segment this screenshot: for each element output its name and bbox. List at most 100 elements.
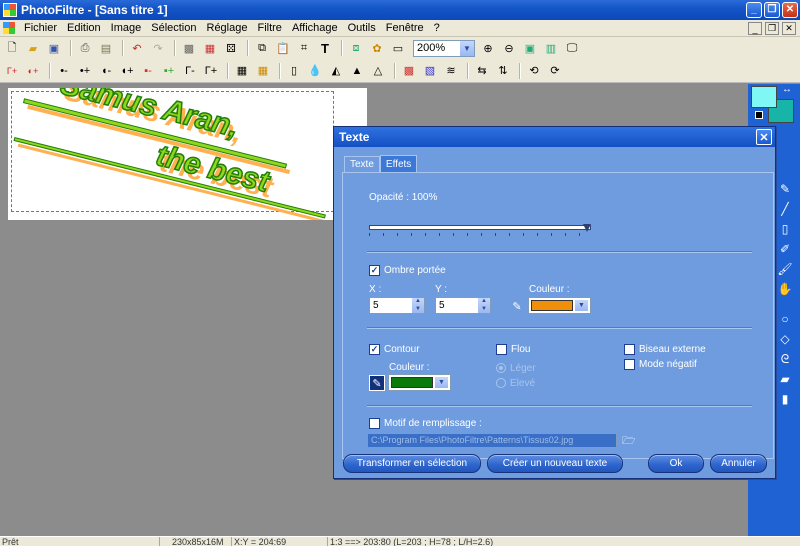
fill-tool-icon[interactable]: ▯ <box>776 220 794 238</box>
tab-texte[interactable]: Texte <box>344 156 380 172</box>
menu-image[interactable]: Image <box>106 22 147 34</box>
text-icon[interactable]: T <box>316 39 334 57</box>
grid-alt-icon[interactable]: ▦ <box>254 62 272 80</box>
document-icon[interactable] <box>3 22 15 34</box>
layers-icon[interactable]: ⧈ <box>347 39 365 57</box>
auto-levels-icon[interactable]: Γ+ <box>3 62 21 80</box>
zoom-select[interactable]: 200% ▼ <box>413 39 475 57</box>
rotate-left-icon[interactable]: ⟲ <box>525 62 543 80</box>
shadow-y-stepper[interactable]: 5 ▲ ▼ <box>435 297 491 314</box>
eyedropper-tool-icon[interactable]: ✎ <box>776 180 794 198</box>
saturation-plus-icon[interactable]: ▪+ <box>160 62 178 80</box>
brightness-plus-icon[interactable]: •+ <box>76 62 94 80</box>
saturation-minus-icon[interactable]: ▪- <box>139 62 157 80</box>
spray-tool-icon[interactable]: ✐ <box>776 240 794 258</box>
chevron-down-icon[interactable]: ▼ <box>435 377 448 388</box>
opacity-slider-thumb[interactable] <box>583 224 591 232</box>
rotate-right-icon[interactable]: ⟳ <box>546 62 564 80</box>
transform-selection-button[interactable]: Transformer en sélection <box>343 454 481 473</box>
biseau-checkbox[interactable] <box>624 344 635 355</box>
motif-checkbox[interactable] <box>369 418 380 429</box>
doc-close-button[interactable]: ✕ <box>782 22 796 35</box>
drop-icon[interactable]: 💧 <box>306 62 324 80</box>
actual-size-icon[interactable]: ▥ <box>542 39 560 57</box>
close-button[interactable]: ✕ <box>782 2 798 18</box>
shadow-x-stepper[interactable]: 5 ▲ ▼ <box>369 297 425 314</box>
grid-icon[interactable]: ▦ <box>233 62 251 80</box>
gradient-icon[interactable]: ▩ <box>400 62 418 80</box>
menu-affichage[interactable]: Affichage <box>287 22 343 34</box>
menu-outils[interactable]: Outils <box>343 22 381 34</box>
restore-button[interactable]: ❐ <box>764 2 780 18</box>
contour-color-select[interactable]: ▼ <box>388 374 451 391</box>
dice-icon[interactable]: ⚄ <box>222 39 240 57</box>
tab-effets[interactable]: Effets <box>379 155 418 172</box>
shadow-eyedropper-icon[interactable]: ✎ <box>509 298 525 314</box>
menu-edition[interactable]: Edition <box>62 22 106 34</box>
crop-icon[interactable]: ⌗ <box>295 39 313 57</box>
sharpen-more-icon[interactable]: ▲ <box>348 62 366 80</box>
menu-fenetre[interactable]: Fenêtre <box>381 22 429 34</box>
triangle-icon[interactable]: △ <box>369 62 387 80</box>
brush-tool-icon[interactable]: 🖌 <box>776 260 794 278</box>
flip-horizontal-icon[interactable]: ⇆ <box>473 62 491 80</box>
undo-icon[interactable]: ↶ <box>128 39 146 57</box>
blur-icon[interactable]: ▯ <box>285 62 303 80</box>
auto-contrast-icon[interactable]: ◐+ <box>24 62 42 80</box>
flou-strong-radio[interactable] <box>496 378 506 388</box>
scan-icon[interactable]: ▤ <box>97 39 115 57</box>
dialog-close-icon[interactable]: ✕ <box>756 129 772 145</box>
folder-open-icon[interactable]: 🗁 <box>622 432 636 451</box>
copy-icon[interactable]: ⧉ <box>253 39 271 57</box>
cancel-button[interactable]: Annuler <box>710 454 767 473</box>
reset-colors-icon[interactable] <box>755 111 763 119</box>
menu-reglage[interactable]: Réglage <box>202 22 253 34</box>
gamma-minus-icon[interactable]: Γ- <box>181 62 199 80</box>
chevron-down-icon[interactable]: ▼ <box>575 300 588 311</box>
brightness-minus-icon[interactable]: •- <box>55 62 73 80</box>
print-icon[interactable]: ⎙ <box>76 39 94 57</box>
menu-filtre[interactable]: Filtre <box>252 22 286 34</box>
motif-path-field[interactable]: C:\Program Files\PhotoFiltre\Patterns\Ti… <box>367 433 617 448</box>
contrast-minus-icon[interactable]: ◖- <box>97 62 115 80</box>
transparency-icon[interactable]: ▩ <box>180 39 198 57</box>
foreground-color-swatch[interactable] <box>751 86 777 108</box>
redo-icon[interactable]: ↷ <box>149 39 167 57</box>
gamma-plus-icon[interactable]: Γ+ <box>202 62 220 80</box>
doc-minimize-button[interactable]: _ <box>748 22 762 35</box>
fit-image-icon[interactable]: ▣ <box>521 39 539 57</box>
menu-selection[interactable]: Sélection <box>146 22 201 34</box>
swap-colors-icon[interactable]: ↔ <box>782 84 792 95</box>
diamond-select-icon[interactable]: ◇ <box>776 330 794 348</box>
folder-shape-icon[interactable]: ▰ <box>776 370 794 388</box>
hand-tool-icon[interactable]: ✋ <box>776 280 794 298</box>
line-tool-icon[interactable]: ╱ <box>776 200 794 218</box>
shadow-color-select[interactable]: ▼ <box>528 297 591 314</box>
flou-light-radio[interactable] <box>496 363 506 373</box>
contrast-plus-icon[interactable]: ◖+ <box>118 62 136 80</box>
lasso-tool-icon[interactable]: ᘓ <box>776 350 794 368</box>
contour-checkbox[interactable]: ✓ <box>369 344 380 355</box>
chevron-down-icon[interactable]: ▼ <box>460 40 474 56</box>
image-canvas[interactable]: Samus Aran, the best Samus Aran, the bes… <box>8 88 367 220</box>
zoom-out-icon[interactable]: ⊖ <box>500 39 518 57</box>
flip-vertical-icon[interactable]: ⇅ <box>494 62 512 80</box>
minimize-button[interactable]: _ <box>746 2 762 18</box>
create-new-text-button[interactable]: Créer un nouveau texte <box>487 454 623 473</box>
ellipse-select-icon[interactable]: ○ <box>776 310 794 328</box>
fullscreen-icon[interactable]: 🖵 <box>563 39 581 57</box>
open-icon[interactable]: ▰ <box>24 39 42 57</box>
menu-help[interactable]: ? <box>429 22 445 34</box>
texture-icon[interactable]: ≋ <box>442 62 460 80</box>
new-icon[interactable]: 🗋 <box>3 39 21 57</box>
negatif-checkbox[interactable] <box>624 359 635 370</box>
doc-restore-button[interactable]: ❐ <box>765 22 779 35</box>
menu-fichier[interactable]: Fichier <box>19 22 62 34</box>
contour-eyedropper-icon[interactable]: ✎ <box>369 375 385 391</box>
flou-checkbox[interactable] <box>496 344 507 355</box>
ok-button[interactable]: Ok <box>648 454 704 473</box>
plugin-icon[interactable]: ✿ <box>368 39 386 57</box>
save-icon[interactable]: ▣ <box>45 39 63 57</box>
zoom-in-icon[interactable]: ⊕ <box>479 39 497 57</box>
opacity-slider[interactable] <box>369 225 591 230</box>
